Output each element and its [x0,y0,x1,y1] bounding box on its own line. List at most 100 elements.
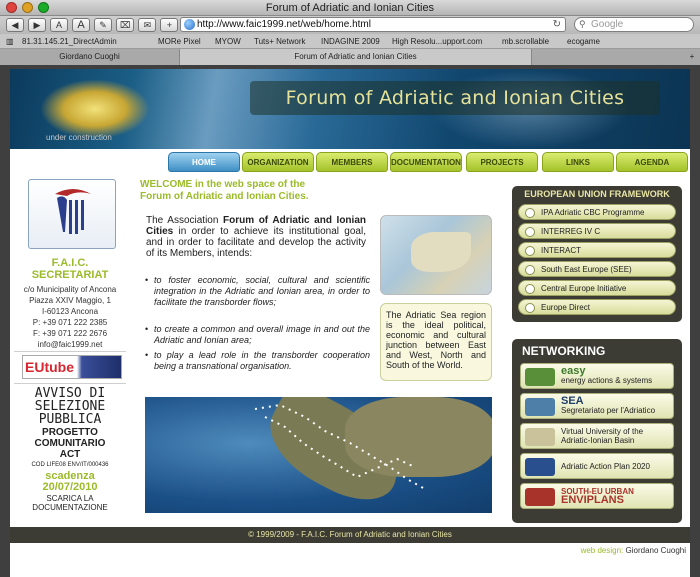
goal-bullet: to foster economic, social, cultural and… [145,275,370,308]
tab-faic[interactable]: Forum of Adriatic and Ionian Cities [180,49,532,65]
aap-logo-icon [525,458,555,476]
left-column: F.A.I.C. SECRETARIAT c/o Municipality of… [10,175,130,512]
bookmark-item[interactable]: INDAGINE 2009 [321,34,380,49]
eutube-banner[interactable]: EUtube [22,355,122,379]
text-smaller-button[interactable]: A [50,18,68,32]
bookmark-item[interactable]: MORe Pixel [158,34,201,49]
network-link-sub: Adriatic-Ionian Basin [561,436,635,445]
minimize-icon[interactable] [22,2,33,13]
network-link-sub: Segretariato per l'Adriatico [561,406,656,415]
tab-bar: Giordano Cuoghi Forum of Adriatic and Io… [0,49,700,65]
network-link-name: SEA [561,395,584,407]
network-link-enviplans[interactable]: SOUTH-EU URBAN ENVIPLANS [520,483,674,509]
easy-logo-icon [525,368,555,386]
uniadrion-logo-icon [525,428,555,446]
secretariat-title-line: SECRETARIAT [31,269,109,281]
faic-logo[interactable] [28,179,116,249]
content-column: WELCOME in the web space of the Forum of… [140,175,495,513]
bookmark-item[interactable]: High Resolu...upport.com [392,34,482,49]
window-title: Forum of Adriatic and Ionian Cities [265,2,435,14]
networking-panel: NETWORKING easy energy actions & systems … [512,339,682,523]
nav-links[interactable]: LINKS [542,152,614,172]
network-link-text: Adriatic Action Plan 2020 [561,462,671,471]
goal-bullet: to create a common and overall image in … [145,324,370,346]
download-link[interactable]: DOCUMENTAZIONE [10,503,130,512]
network-link-text: easy energy actions & systems [561,366,671,386]
eu-link-interreg[interactable]: INTERREG IV C [518,223,676,239]
eu-link-interact[interactable]: INTERACT [518,242,676,258]
designer-name[interactable]: Giordano Cuoghi [623,546,687,555]
network-link-name: Virtual University of the [561,427,644,436]
eu-link-europe-direct[interactable]: Europe Direct [518,299,676,315]
notice-line: ACT [59,449,81,460]
welcome-line: WELCOME in the web space of the [140,179,306,190]
bookmark-button[interactable]: ⌧ [116,18,135,32]
nav-projects[interactable]: PROJECTS [466,152,538,172]
nav-home[interactable]: HOME [168,152,240,172]
nav-agenda[interactable]: AGENDA [616,152,688,172]
secretariat-title: F.A.I.C. SECRETARIAT [10,257,130,281]
welcome-line: Forum of Adriatic and Ionian Cities. [140,191,309,202]
zoom-icon[interactable] [38,2,49,13]
adriatic-note: The Adriatic Sea region is the ideal pol… [380,303,492,381]
network-link-sea[interactable]: SEA Segretariato per l'Adriatico [520,393,674,419]
site-container: Forum of Adriatic and Ionian Cities unde… [10,69,690,577]
network-link-text: Virtual University of the Adriatic-Ionian… [561,427,671,445]
back-button[interactable]: ◀ [6,18,24,32]
design-label: web design: [580,546,624,555]
bookmark-item[interactable]: mb.scrollable [502,34,549,49]
download-link[interactable]: SCARICA LA [10,494,130,503]
eu-framework-panel: EUROPEAN UNION FRAMEWORK IPA Adriatic CB… [512,186,682,322]
networking-title: NETWORKING [522,344,606,358]
bookmark-item[interactable]: 81.31.145.21_DirectAdmin [22,34,117,49]
add-bookmark-button[interactable]: + [160,18,179,32]
nav-members[interactable]: MEMBERS [316,152,388,172]
network-link-sub: ENVIPLANS [561,494,624,506]
network-link-name: Adriatic Action Plan 2020 [561,462,650,471]
browser-toolbar: ◀ ▶ A A ✎ ⌧ ✉ + http://www.faic1999.net/… [0,16,700,34]
europe-map-image [380,215,492,295]
email-link[interactable]: info@faic1999.net [10,340,130,350]
nav-organization[interactable]: ORGANIZATION [242,152,314,172]
address-bar[interactable]: http://www.faic1999.net/web/home.html ↻ [180,17,566,32]
notice-line: PUBBLICA [38,412,102,427]
intro-paragraph: The Association Forum of Adriatic and Io… [146,215,366,259]
edit-button[interactable]: ✎ [94,18,112,32]
deadline-date: 20/07/2010 [42,481,98,493]
address-line: I-60123 Ancona [41,307,99,316]
new-tab-button[interactable]: + [684,49,700,65]
site-banner: Forum of Adriatic and Ionian Cities unde… [10,69,690,149]
nav-documentation[interactable]: DOCUMENTATION [390,152,462,172]
search-field[interactable]: ⚲ Google [574,17,694,32]
eu-link-ipa[interactable]: IPA Adriatic CBC Programme [518,204,676,220]
eu-framework-title: EUROPEAN UNION FRAMEWORK [524,189,670,199]
network-link-easy[interactable]: easy energy actions & systems [520,363,674,389]
eu-link-see[interactable]: South East Europe (SEE) [518,261,676,277]
under-construction-note: under construction [46,133,112,142]
network-link-aap2020[interactable]: Adriatic Action Plan 2020 [520,453,674,479]
network-link-sub: energy actions & systems [561,376,653,385]
mail-button[interactable]: ✉ [138,18,157,32]
address-line: c/o Municipality of Ancona [23,285,117,294]
adriatic-satellite-map [145,397,492,513]
title-bar: Forum of Adriatic and Ionian Cities [0,0,700,16]
text-larger-button[interactable]: A [72,18,90,32]
network-link-uniadrion[interactable]: Virtual University of the Adriatic-Ionian… [520,423,674,449]
bookmarks-bar: ▥ 81.31.145.21_DirectAdmin MORe Pixel MY… [0,34,700,49]
forward-button[interactable]: ▶ [28,18,46,32]
main-nav: HOME ORGANIZATION MEMBERS DOCUMENTATION … [10,149,690,175]
close-icon[interactable] [6,2,17,13]
bookmark-item[interactable]: ecogame [567,34,600,49]
bookmark-item[interactable]: Tuts+ Network [254,34,306,49]
bookmarks-icon[interactable]: ▥ [6,34,14,49]
reload-icon[interactable]: ↻ [553,18,561,31]
bookmark-item[interactable]: MYOW [215,34,241,49]
goal-bullet: to play a lead role in the transborder c… [145,350,370,372]
site-title: Forum of Adriatic and Ionian Cities [250,81,660,115]
city-route [254,403,426,490]
tab-giordano[interactable]: Giordano Cuoghi [0,49,180,65]
globe-icon [184,19,195,30]
notice-code: COD LIFE08 ENV/IT/000436 [31,462,109,468]
map-land [411,232,471,272]
eu-link-cei[interactable]: Central Europe Initiative [518,280,676,296]
